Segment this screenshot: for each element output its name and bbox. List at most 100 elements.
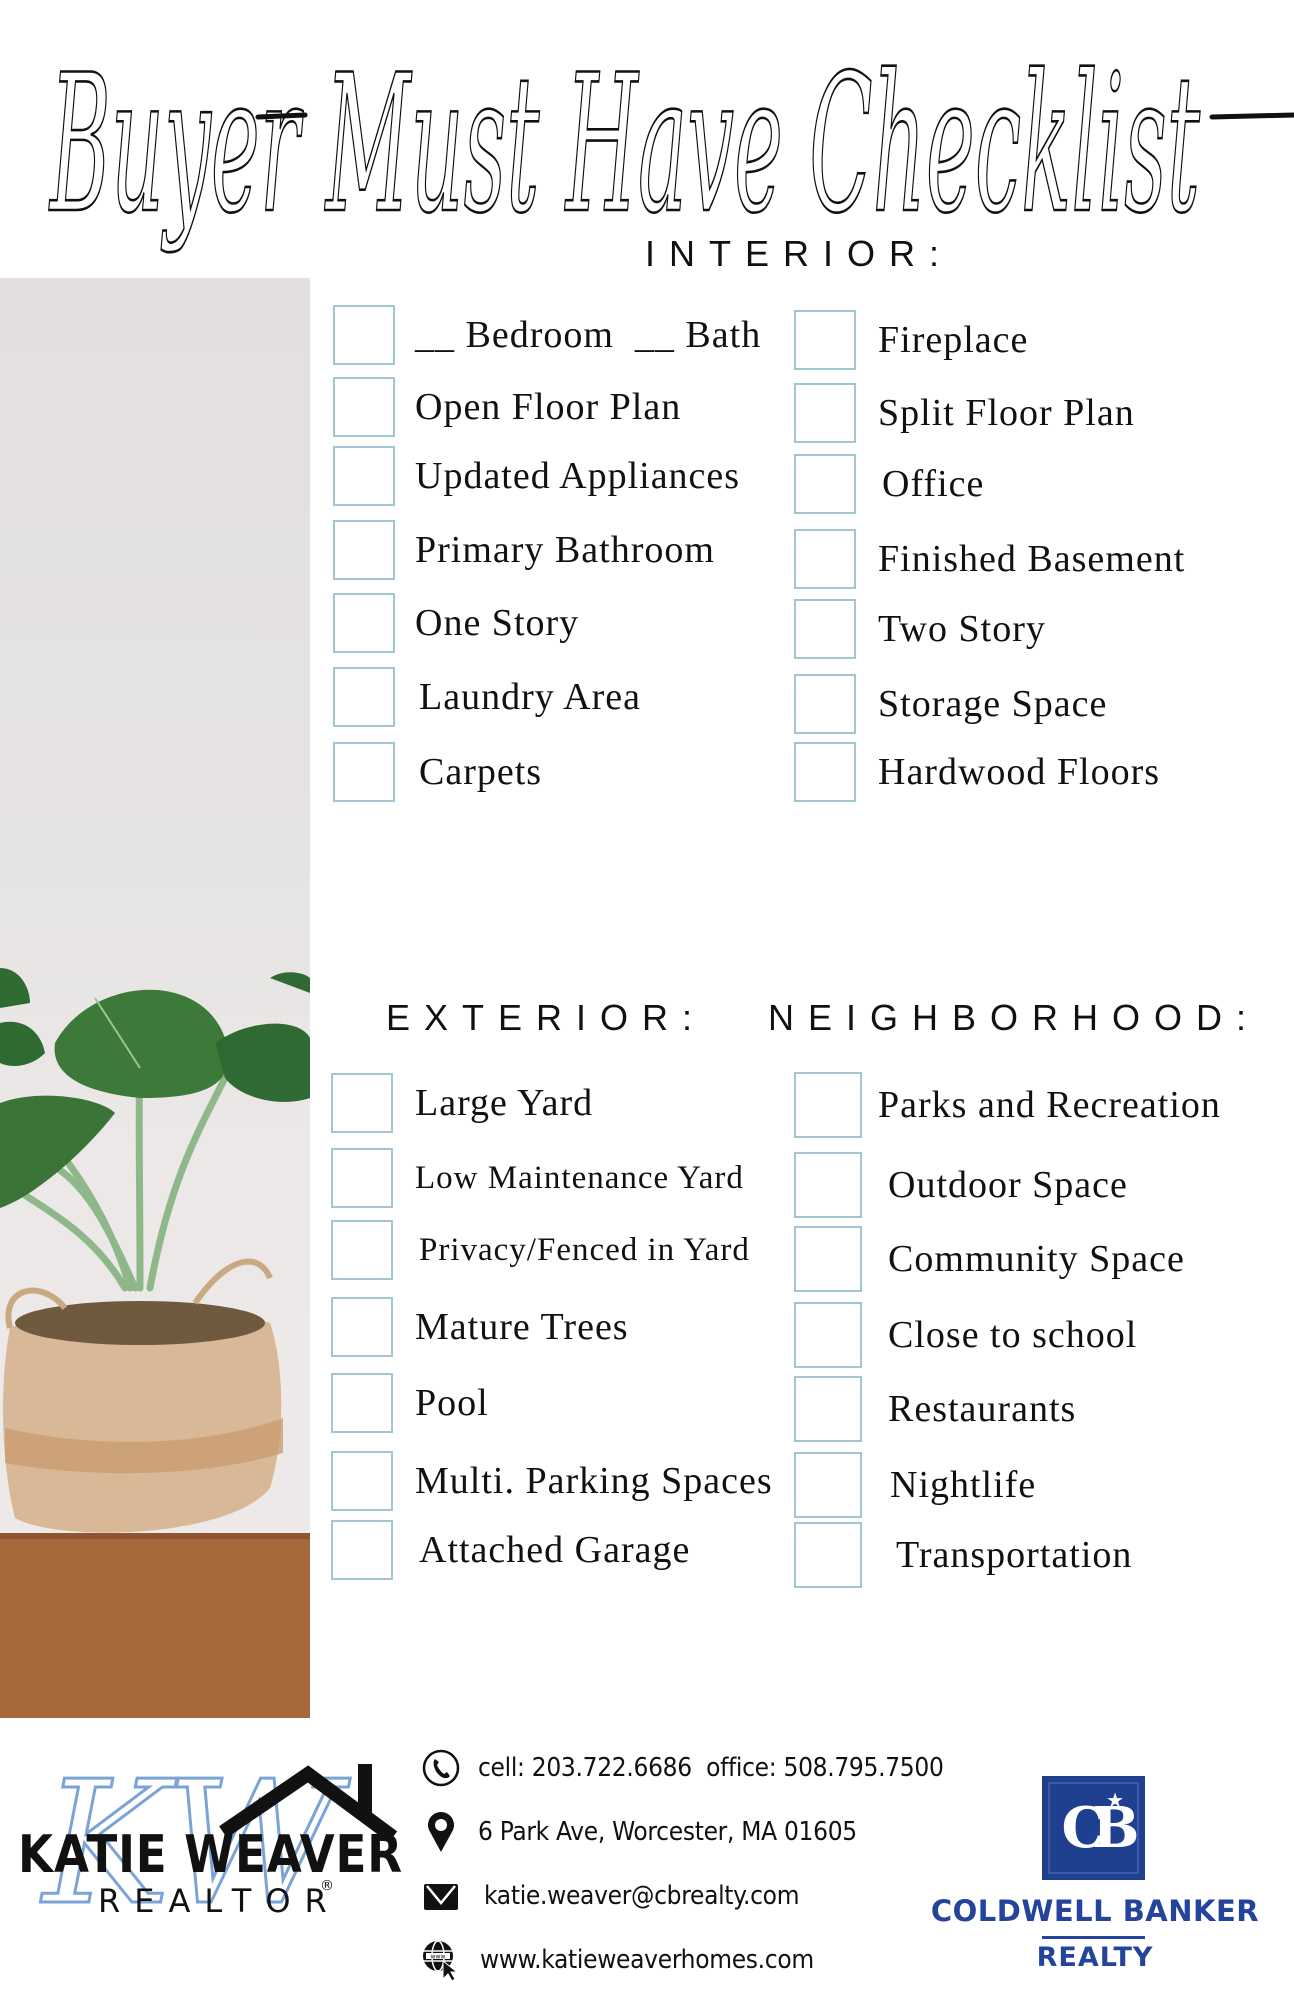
checklist-item-label: Transportation [896,1534,1133,1576]
checklist-item-label: Attached Garage [419,1529,691,1571]
checklist-item-label: Hardwood Floors [878,751,1161,793]
checklist-item[interactable]: Hardwood Floors [794,741,1185,803]
agent-title: REALTOR [98,1882,341,1920]
address: 6 Park Ave, Worcester, MA 01605 [478,1817,857,1847]
checklist-item-label: One Story [415,602,580,644]
checkbox[interactable] [794,1376,862,1442]
interior-heading: INTERIOR: [645,233,954,274]
checkbox[interactable] [794,454,856,514]
contact-list: cell: 203.722.6686 office: 508.795.7500 … [420,1748,944,1981]
checklist-item[interactable]: Open Floor Plan [333,376,761,438]
checklist-item-label: Community Space [888,1238,1185,1280]
envelope-icon [420,1875,462,1917]
plant-leaves [0,968,310,1208]
checklist-item[interactable]: Storage Space [794,673,1185,735]
interior-left-column: __ Bedroom __ Bath Open Floor Plan Updat… [333,304,761,803]
neighborhood-column: Parks and Recreation Outdoor Space Commu… [794,1072,1221,1588]
checklist-item-label: Fireplace [878,319,1029,361]
checkbox[interactable] [333,520,395,580]
checkbox[interactable] [333,377,395,437]
checkbox[interactable] [333,667,395,727]
checklist-item-label: Open Floor Plan [415,386,682,428]
checkbox[interactable] [331,1220,393,1280]
phone-icon [420,1747,462,1789]
checklist-item[interactable]: Outdoor Space [794,1152,1221,1218]
checklist-item[interactable]: Transportation [794,1522,1221,1588]
plant-illustration [0,968,310,1718]
checkbox[interactable] [794,674,856,734]
checklist-item[interactable]: Low Maintenance Yard [331,1147,773,1209]
contact-phone: cell: 203.722.6686 office: 508.795.7500 [420,1748,944,1788]
checklist-item-label: __ Bedroom __ Bath [415,314,762,356]
checkbox[interactable] [794,1302,862,1368]
coldwell-banker-logo: CB ★ COLDWELL BANKER REALTY [930,1776,1260,1976]
plant-photo [0,278,310,1718]
checklist-item-label: Carpets [419,751,543,793]
checkbox[interactable] [333,593,395,653]
checkbox[interactable] [794,1072,862,1138]
checklist-item[interactable]: Pool [331,1372,773,1434]
checkbox[interactable] [331,1451,393,1511]
checklist-item-label: Restaurants [888,1388,1077,1430]
brokerage-divider [1042,1936,1145,1939]
checklist-item[interactable]: Two Story [794,598,1185,660]
checkbox[interactable] [333,305,395,365]
checklist-item[interactable]: One Story [333,592,761,654]
checklist-item[interactable]: Parks and Recreation [794,1072,1221,1138]
checklist-item[interactable]: Fireplace [794,309,1185,371]
checklist-item[interactable]: Finished Basement [794,528,1185,590]
checkbox[interactable] [794,529,856,589]
contact-address: 6 Park Ave, Worcester, MA 01605 [420,1812,944,1852]
checklist-item-label: Low Maintenance Yard [415,1159,744,1196]
checklist-item[interactable]: Privacy/Fenced in Yard [331,1219,773,1281]
checkbox[interactable] [331,1373,393,1433]
exterior-heading: EXTERIOR: [386,997,707,1038]
checklist-item[interactable]: Large Yard [331,1072,773,1134]
checkbox[interactable] [331,1148,393,1208]
registered-mark: ® [320,1878,334,1894]
wood-floor [0,1533,310,1718]
checklist-item[interactable]: Split Floor Plan [794,382,1185,444]
title-flourish [255,112,308,120]
checklist-item-label: Close to school [888,1314,1138,1356]
title-flourish [1209,112,1294,120]
checkbox[interactable] [333,446,395,506]
checklist-item[interactable]: Laundry Area [333,666,761,728]
checkbox[interactable] [331,1297,393,1357]
email-link[interactable]: katie.weaver@cbrealty.com [484,1881,799,1911]
page-title: Buyer Must Have Checklist [40,20,1294,260]
checklist-item-label: Primary Bathroom [415,529,715,571]
checkbox[interactable] [794,1452,862,1518]
checklist-item-label: Split Floor Plan [878,392,1135,434]
checklist-item[interactable]: Community Space [794,1226,1221,1292]
checkbox[interactable] [794,310,856,370]
brokerage-name: COLDWELL BANKER [930,1894,1260,1928]
checkbox[interactable] [331,1073,393,1133]
checkbox[interactable] [794,599,856,659]
checkbox[interactable] [794,1522,862,1588]
checkbox[interactable] [794,383,856,443]
page-title-text: Buyer Must Have Checklist [49,34,1201,255]
map-pin-icon [420,1811,462,1853]
checklist-item[interactable]: Primary Bathroom [333,519,761,581]
checklist-item[interactable]: Attached Garage [331,1519,773,1581]
checklist-item[interactable]: Mature Trees [331,1296,773,1358]
checklist-item[interactable]: __ Bedroom __ Bath [333,304,761,366]
checkbox[interactable] [333,742,395,802]
website-link[interactable]: www.katieweaverhomes.com [480,1945,814,1975]
checkbox[interactable] [794,742,856,802]
checklist-item[interactable]: Nightlife [794,1452,1221,1518]
star-icon: ★ [1106,1790,1124,1812]
neighborhood-heading: NEIGHBORHOOD: [768,997,1261,1038]
checklist-item[interactable]: Multi. Parking Spaces [331,1450,773,1512]
checkbox[interactable] [794,1152,862,1218]
checklist-item[interactable]: Close to school [794,1302,1221,1368]
checklist-item[interactable]: Restaurants [794,1376,1221,1442]
checklist-item-label: Updated Appliances [415,455,741,497]
checkbox[interactable] [794,1226,862,1292]
interior-right-column: Fireplace Split Floor Plan Office Finish… [794,309,1185,803]
checklist-item[interactable]: Updated Appliances [333,445,761,507]
checkbox[interactable] [331,1520,393,1580]
checklist-item[interactable]: Carpets [333,741,761,803]
checklist-item[interactable]: Office [794,453,1185,515]
